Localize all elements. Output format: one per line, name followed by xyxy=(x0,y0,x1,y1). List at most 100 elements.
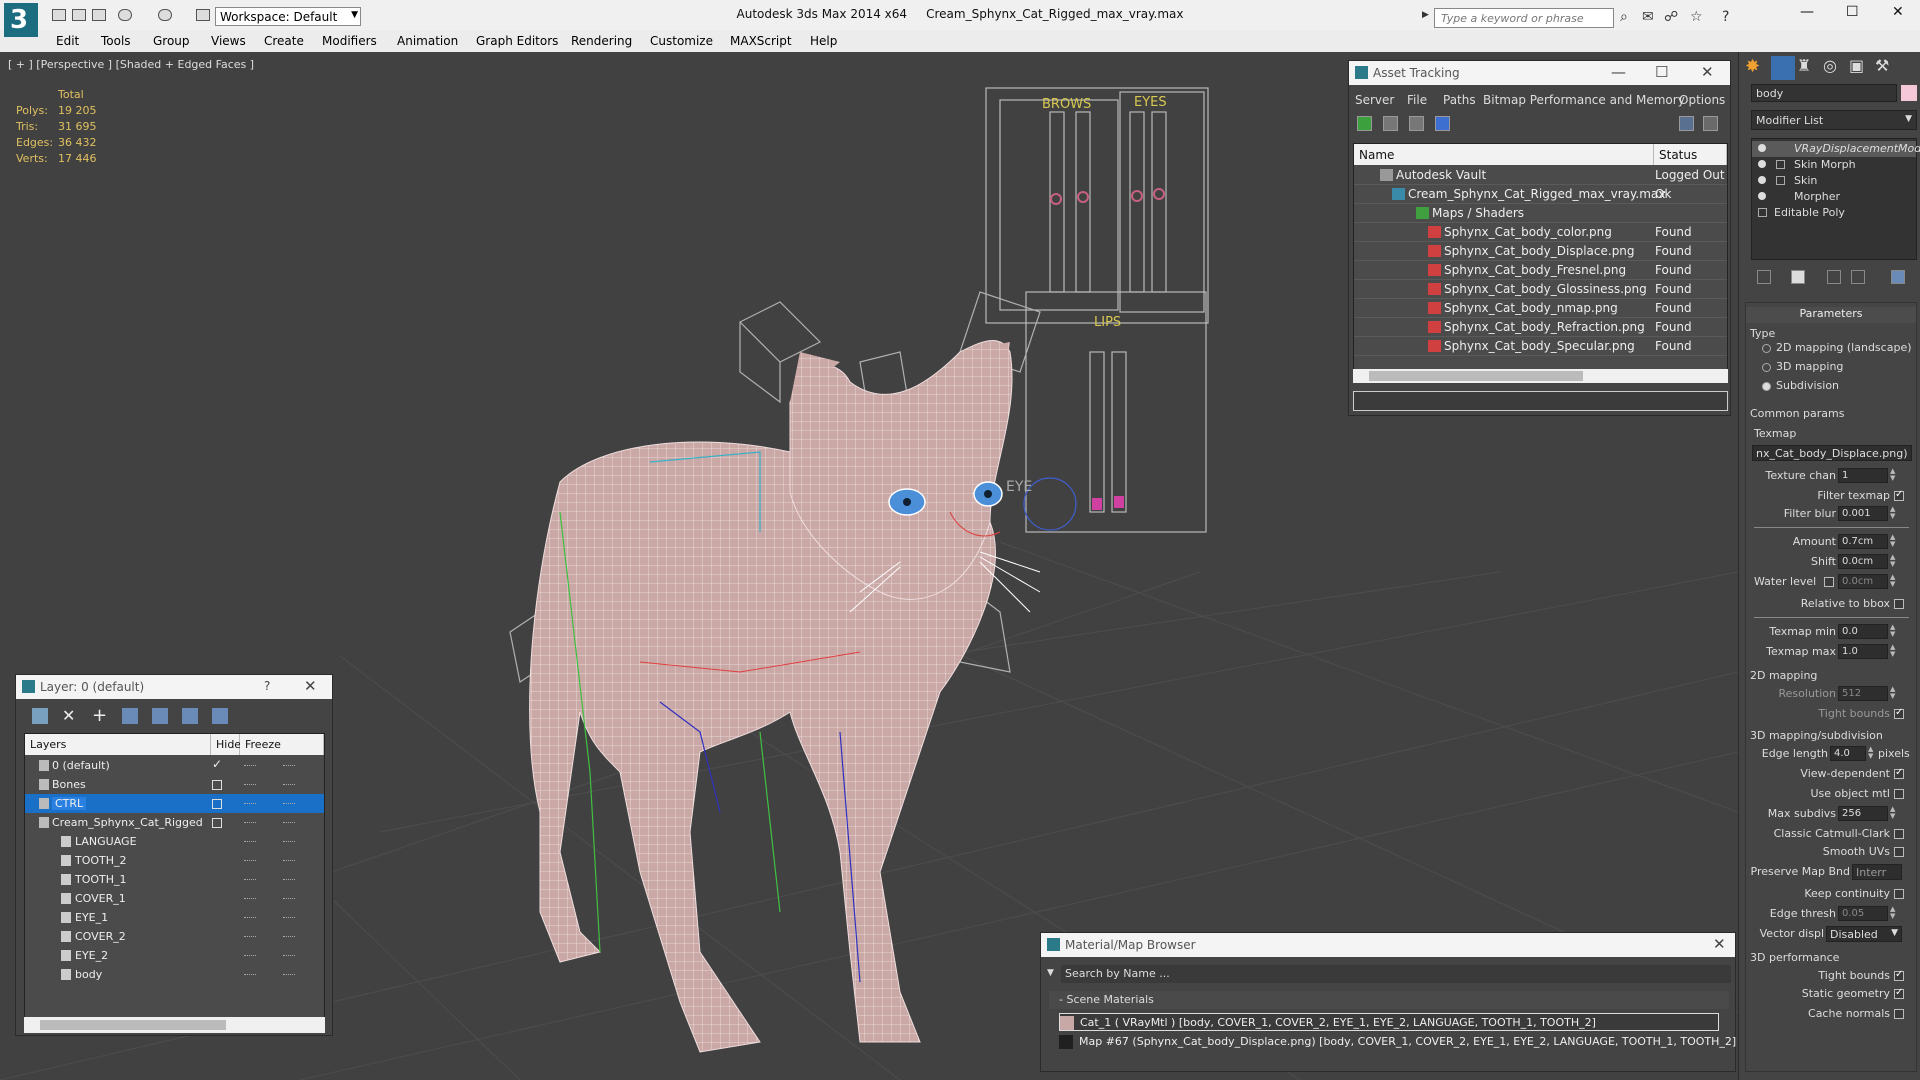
close-icon[interactable]: ✕ xyxy=(1701,63,1714,81)
scrollbar-thumb[interactable] xyxy=(1369,371,1583,381)
pin-stack-icon[interactable] xyxy=(1757,270,1771,284)
display-tab-icon[interactable]: ▣ xyxy=(1849,56,1873,80)
maximize-icon[interactable]: ☐ xyxy=(1655,63,1668,81)
column-header-status[interactable]: Status xyxy=(1654,144,1727,165)
hide-toggle[interactable] xyxy=(244,879,256,880)
active-check-icon[interactable]: ✓ xyxy=(212,757,222,771)
freeze-toggle[interactable] xyxy=(283,917,295,918)
table-row[interactable]: Autodesk Vault Logged Out ... xyxy=(1354,166,1727,196)
expand-icon[interactable] xyxy=(1758,208,1767,217)
list-view-icon[interactable] xyxy=(1383,116,1398,131)
water-level-input[interactable]: 0.0cm xyxy=(1838,574,1888,589)
table-row[interactable]: Sphynx_Cat_body_Fresnel.png Found xyxy=(1354,261,1727,280)
redo-icon[interactable] xyxy=(158,9,172,21)
asset-menu-bitmap-performance[interactable]: Bitmap Performance and Memory xyxy=(1483,93,1685,107)
cache-normals-checkbox[interactable] xyxy=(1894,1009,1904,1019)
asset-menu-server[interactable]: Server xyxy=(1355,93,1394,107)
table-row[interactable]: Sphynx_Cat_body_color.png Found xyxy=(1354,223,1727,242)
object-row[interactable]: COVER_1 xyxy=(25,889,324,908)
amount-input[interactable]: 0.7cm xyxy=(1838,534,1888,549)
layer-row[interactable]: 0 (default) ✓ xyxy=(25,756,324,775)
hide-all-icon[interactable] xyxy=(212,708,228,724)
layer-row[interactable]: Cream_Sphynx_Cat_Rigged xyxy=(25,813,324,832)
new-file-icon[interactable] xyxy=(52,9,66,21)
material-row[interactable]: Map #67 (Sphynx_Cat_body_Displace.png) [… xyxy=(1059,1033,1736,1051)
menu-modifiers[interactable]: Modifiers xyxy=(322,34,377,48)
spinner-arrows-icon[interactable]: ▲ ▼ xyxy=(1890,554,1898,569)
favorites-star-icon[interactable]: ☆ xyxy=(1690,9,1703,25)
water-level-checkbox[interactable] xyxy=(1824,577,1834,587)
texmap-min-input[interactable]: 0.0 xyxy=(1838,624,1888,639)
hide-toggle[interactable] xyxy=(244,917,256,918)
stack-item-editable-poly[interactable]: Editable Poly xyxy=(1752,205,1916,221)
spinner-arrows-icon[interactable]: ▲ ▼ xyxy=(1868,746,1876,761)
refresh-icon[interactable] xyxy=(1357,116,1372,131)
hide-toggle[interactable] xyxy=(244,822,256,823)
object-row[interactable]: TOOTH_2 xyxy=(25,851,324,870)
open-file-icon[interactable] xyxy=(72,9,86,21)
project-folder-icon[interactable] xyxy=(196,9,210,21)
help-icon[interactable] xyxy=(1679,116,1694,131)
hide-toggle[interactable] xyxy=(244,841,256,842)
hierarchy-tab-icon[interactable]: ♜ xyxy=(1797,56,1821,80)
view-dependent-checkbox[interactable] xyxy=(1894,767,1904,779)
maximize-icon[interactable]: ☐ xyxy=(1846,4,1859,20)
hide-toggle[interactable] xyxy=(244,974,256,975)
help-icon[interactable]: ? xyxy=(264,679,270,693)
undo-icon[interactable] xyxy=(118,9,132,21)
menu-rendering[interactable]: Rendering xyxy=(571,34,632,48)
stack-item-skin-morph[interactable]: Skin Morph xyxy=(1752,157,1916,173)
shift-input[interactable]: 0.0cm xyxy=(1838,554,1888,569)
layer-explorer-window[interactable]: Layer: 0 (default) ? ✕ ✕ + Layers Hide F… xyxy=(15,674,333,1036)
close-icon[interactable]: ✕ xyxy=(304,677,317,695)
parameters-rollout-header[interactable]: Parameters xyxy=(1746,307,1916,323)
layer-horizontal-scrollbar[interactable] xyxy=(24,1017,325,1033)
asset-menu-paths[interactable]: Paths xyxy=(1443,93,1476,107)
spinner-arrows-icon[interactable]: ▲ ▼ xyxy=(1890,644,1898,659)
relative-bbox-checkbox[interactable] xyxy=(1894,599,1904,609)
scrollbar-thumb[interactable] xyxy=(40,1020,226,1030)
help-icon[interactable]: ? xyxy=(1722,9,1729,25)
menu-create[interactable]: Create xyxy=(264,34,304,48)
settings-icon[interactable] xyxy=(1703,116,1718,131)
edge-thresh-input[interactable]: 0.05 xyxy=(1838,906,1888,921)
object-name-input[interactable]: body xyxy=(1751,84,1897,102)
static-geometry-checkbox[interactable] xyxy=(1894,987,1904,999)
add-layer-icon[interactable]: + xyxy=(92,707,108,725)
spinner-arrows-icon[interactable]: ▲ ▼ xyxy=(1890,506,1898,521)
scene-materials-group[interactable]: - Scene Materials xyxy=(1049,991,1729,1009)
spinner-arrows-icon[interactable]: ▲ ▼ xyxy=(1890,468,1898,483)
utilities-tab-icon[interactable]: ⚒ xyxy=(1875,56,1899,80)
hide-toggle[interactable] xyxy=(244,936,256,937)
freeze-toggle[interactable] xyxy=(283,803,295,804)
expand-icon[interactable] xyxy=(1776,176,1785,185)
table-view-icon[interactable] xyxy=(1435,116,1450,131)
tight-bounds-checkbox[interactable] xyxy=(1894,707,1904,719)
hide-toggle[interactable] xyxy=(244,765,256,766)
stack-item-vraydisplacement[interactable]: VRayDisplacementMod xyxy=(1752,141,1920,157)
layer-row-selected[interactable]: CTRL xyxy=(25,794,324,813)
binoculars-icon[interactable]: ⌕ xyxy=(1620,9,1628,25)
column-header-hide[interactable]: Hide xyxy=(211,734,241,755)
select-objects-icon[interactable] xyxy=(152,708,168,724)
asset-horizontal-scrollbar[interactable] xyxy=(1353,369,1728,383)
spinner-arrows-icon[interactable]: ▲ ▼ xyxy=(1890,534,1898,549)
freeze-toggle[interactable] xyxy=(283,974,295,975)
vector-displ-dropdown[interactable]: Disabled ▼ xyxy=(1826,926,1902,942)
asset-tracking-window[interactable]: Asset Tracking — ☐ ✕ Server File Paths B… xyxy=(1348,60,1731,416)
material-search-input[interactable]: Search by Name ... xyxy=(1061,965,1731,983)
freeze-toggle[interactable] xyxy=(283,860,295,861)
signin-icon[interactable]: ☍ xyxy=(1664,9,1678,25)
remove-modifier-icon[interactable] xyxy=(1851,270,1865,284)
freeze-toggle[interactable] xyxy=(283,822,295,823)
details-view-icon[interactable] xyxy=(1409,116,1424,131)
layer-checkbox[interactable] xyxy=(212,818,222,828)
expand-icon[interactable] xyxy=(1776,160,1785,169)
configure-modifier-sets-icon[interactable] xyxy=(1891,270,1905,284)
freeze-toggle[interactable] xyxy=(283,765,295,766)
menu-maxscript[interactable]: MAXScript xyxy=(730,34,792,48)
texmap-button[interactable]: nx_Cat_body_Displace.png) xyxy=(1752,445,1912,461)
max-subdivs-input[interactable]: 256 xyxy=(1838,806,1888,821)
communication-icon[interactable]: ✉ xyxy=(1642,9,1654,25)
use-object-mtl-checkbox[interactable] xyxy=(1894,789,1904,799)
